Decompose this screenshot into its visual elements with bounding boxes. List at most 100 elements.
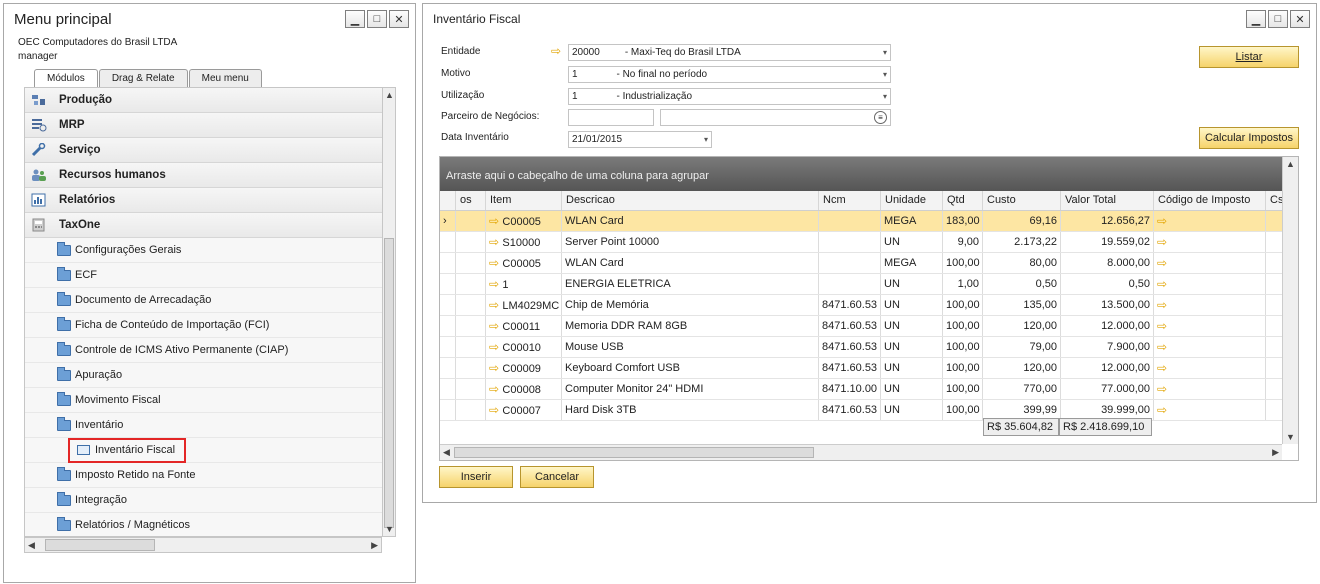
- link-arrow-icon[interactable]: ⇨: [1157, 298, 1167, 312]
- link-arrow-icon[interactable]: ⇨: [1157, 235, 1167, 249]
- table-row[interactable]: ⇨ C00011 Memoria DDR RAM 8GB 8471.60.53 UN 1…: [440, 316, 1298, 337]
- taxone-fci[interactable]: Ficha de Conteúdo de Importação (FCI): [25, 313, 382, 338]
- menu-item-inventario-fiscal[interactable]: Inventário Fiscal: [25, 438, 382, 463]
- cell-item[interactable]: ⇨ C00007: [486, 400, 562, 420]
- cell-item[interactable]: ⇨ 1: [486, 274, 562, 294]
- link-arrow-icon[interactable]: ⇨: [1157, 256, 1167, 270]
- list-icon[interactable]: ≡: [874, 111, 887, 124]
- scroll-thumb[interactable]: [45, 539, 155, 551]
- scroll-up-icon[interactable]: ▲: [385, 90, 394, 100]
- vertical-scrollbar[interactable]: ▲ ▼: [382, 87, 396, 537]
- table-row[interactable]: ⇨ C00009 Keyboard Comfort USB 8471.60.53 UN…: [440, 358, 1298, 379]
- close-button[interactable]: ✕: [389, 10, 409, 28]
- taxone-inventario[interactable]: Inventário: [25, 413, 382, 438]
- calcular-impostos-button[interactable]: Calcular Impostos: [1199, 127, 1299, 149]
- maximize-button[interactable]: □: [367, 10, 387, 28]
- cell-item[interactable]: ⇨ C00011: [486, 316, 562, 336]
- link-arrow-icon[interactable]: ⇨: [1157, 361, 1167, 375]
- module-taxone[interactable]: TaxOne: [25, 213, 382, 238]
- module-relatorios[interactable]: Relatórios: [25, 188, 382, 213]
- col-header-unidade[interactable]: Unidade: [881, 191, 943, 210]
- scroll-down-icon[interactable]: ▼: [1286, 432, 1295, 442]
- cancelar-button[interactable]: Cancelar: [520, 466, 594, 488]
- taxone-imposto-retido[interactable]: Imposto Retido na Fonte: [25, 463, 382, 488]
- parceiro-name-field[interactable]: ≡: [660, 109, 891, 126]
- scroll-up-icon[interactable]: ▲: [1286, 159, 1295, 169]
- link-arrow-icon[interactable]: ⇨: [1157, 340, 1167, 354]
- close-button[interactable]: ✕: [1290, 10, 1310, 28]
- tab-drag-relate[interactable]: Drag & Relate: [98, 69, 188, 88]
- link-arrow-icon[interactable]: ⇨: [489, 235, 502, 249]
- taxone-ciap[interactable]: Controle de ICMS Ativo Permanente (CIAP): [25, 338, 382, 363]
- minimize-button[interactable]: ▁: [345, 10, 365, 28]
- scroll-thumb[interactable]: [454, 447, 814, 458]
- scroll-right-icon[interactable]: ▶: [371, 540, 378, 551]
- link-arrow-icon[interactable]: ⇨: [1157, 277, 1167, 291]
- table-row[interactable]: ⇨ S10000 Server Point 10000 UN 9,00 2.173,22…: [440, 232, 1298, 253]
- scroll-down-icon[interactable]: ▼: [385, 524, 394, 534]
- col-header-codigo-imposto[interactable]: Código de Imposto: [1154, 191, 1266, 210]
- taxone-ecf[interactable]: ECF: [25, 263, 382, 288]
- table-row[interactable]: ⇨ LM4029MC Chip de Memória 8471.60.53 UN 100…: [440, 295, 1298, 316]
- taxone-integracao[interactable]: Integração: [25, 488, 382, 513]
- inserir-button[interactable]: Inserir: [439, 466, 513, 488]
- cell-codigo-imposto[interactable]: ⇨: [1154, 337, 1266, 357]
- cell-codigo-imposto[interactable]: ⇨: [1154, 295, 1266, 315]
- cell-item[interactable]: ⇨ C00009: [486, 358, 562, 378]
- table-row[interactable]: ⇨ C00008 Computer Monitor 24" HDMI 8471.10…: [440, 379, 1298, 400]
- module-recursos-humanos[interactable]: Recursos humanos: [25, 163, 382, 188]
- scroll-left-icon[interactable]: ◀: [443, 447, 450, 458]
- link-arrow-icon[interactable]: ⇨: [489, 403, 502, 417]
- cell-codigo-imposto[interactable]: ⇨: [1154, 379, 1266, 399]
- col-header-os[interactable]: os: [456, 191, 486, 210]
- module-producao[interactable]: Produção: [25, 88, 382, 113]
- cell-item[interactable]: ⇨ C00008: [486, 379, 562, 399]
- data-inventario-field[interactable]: 21/01/2015 ▾: [568, 131, 712, 148]
- link-arrow-icon[interactable]: ⇨: [489, 298, 502, 312]
- taxone-movimento-fiscal[interactable]: Movimento Fiscal: [25, 388, 382, 413]
- minimize-button[interactable]: ▁: [1246, 10, 1266, 28]
- scroll-right-icon[interactable]: ▶: [1272, 447, 1279, 458]
- dropdown-icon[interactable]: ▾: [883, 45, 887, 60]
- cell-item[interactable]: ⇨ C00005: [486, 211, 562, 231]
- cell-codigo-imposto[interactable]: ⇨: [1154, 316, 1266, 336]
- module-mrp[interactable]: MRP: [25, 113, 382, 138]
- listar-button[interactable]: Listar: [1199, 46, 1299, 68]
- cell-item[interactable]: ⇨ LM4029MC: [486, 295, 562, 315]
- link-arrow-icon[interactable]: ⇨: [489, 256, 502, 270]
- cell-item[interactable]: ⇨ S10000: [486, 232, 562, 252]
- cell-codigo-imposto[interactable]: ⇨: [1154, 358, 1266, 378]
- table-row[interactable]: ⇨ C00005 WLAN Card MEGA 100,00 80,00 8.000,00…: [440, 253, 1298, 274]
- table-row[interactable]: › ⇨ C00005 WLAN Card MEGA 183,00 69,16 12.656,…: [440, 211, 1298, 232]
- table-row[interactable]: ⇨ C00010 Mouse USB 8471.60.53 UN 100,00 79,00…: [440, 337, 1298, 358]
- cell-codigo-imposto[interactable]: ⇨: [1154, 232, 1266, 252]
- link-arrow-icon[interactable]: ⇨: [1157, 214, 1167, 228]
- link-arrow-icon[interactable]: ⇨: [551, 44, 561, 58]
- scroll-thumb[interactable]: [384, 238, 394, 528]
- link-arrow-icon[interactable]: ⇨: [489, 277, 502, 291]
- grid-vertical-scrollbar[interactable]: ▲ ▼: [1282, 157, 1298, 444]
- col-header-item[interactable]: Item: [486, 191, 562, 210]
- table-row[interactable]: ⇨ 1 ENERGIA ELETRICA UN 1,00 0,50 0,50 ⇨: [440, 274, 1298, 295]
- col-header-qtd[interactable]: Qtd: [943, 191, 983, 210]
- dropdown-icon[interactable]: ▾: [883, 89, 887, 104]
- link-arrow-icon[interactable]: ⇨: [1157, 403, 1167, 417]
- cell-codigo-imposto[interactable]: ⇨: [1154, 211, 1266, 231]
- table-row[interactable]: ⇨ C00007 Hard Disk 3TB 8471.60.53 UN 100,00 3…: [440, 400, 1298, 421]
- maximize-button[interactable]: □: [1268, 10, 1288, 28]
- cell-codigo-imposto[interactable]: ⇨: [1154, 253, 1266, 273]
- taxone-documento-arrecadacao[interactable]: Documento de Arrecadação: [25, 288, 382, 313]
- tab-modulos[interactable]: Módulos: [34, 69, 98, 89]
- cell-item[interactable]: ⇨ C00005: [486, 253, 562, 273]
- cell-codigo-imposto[interactable]: ⇨: [1154, 274, 1266, 294]
- module-servico[interactable]: Serviço: [25, 138, 382, 163]
- taxone-relatorios-magneticos[interactable]: Relatórios / Magnéticos: [25, 513, 382, 536]
- col-header-ncm[interactable]: Ncm: [819, 191, 881, 210]
- entidade-field[interactable]: 20000 - Maxi-Teq do Brasil LTDA ▾: [568, 44, 891, 61]
- link-arrow-icon[interactable]: ⇨: [1157, 382, 1167, 396]
- col-header-descricao[interactable]: Descricao: [562, 191, 819, 210]
- link-arrow-icon[interactable]: ⇨: [489, 340, 502, 354]
- cell-codigo-imposto[interactable]: ⇨: [1154, 400, 1266, 420]
- link-arrow-icon[interactable]: ⇨: [489, 361, 502, 375]
- col-header-custo[interactable]: Custo: [983, 191, 1061, 210]
